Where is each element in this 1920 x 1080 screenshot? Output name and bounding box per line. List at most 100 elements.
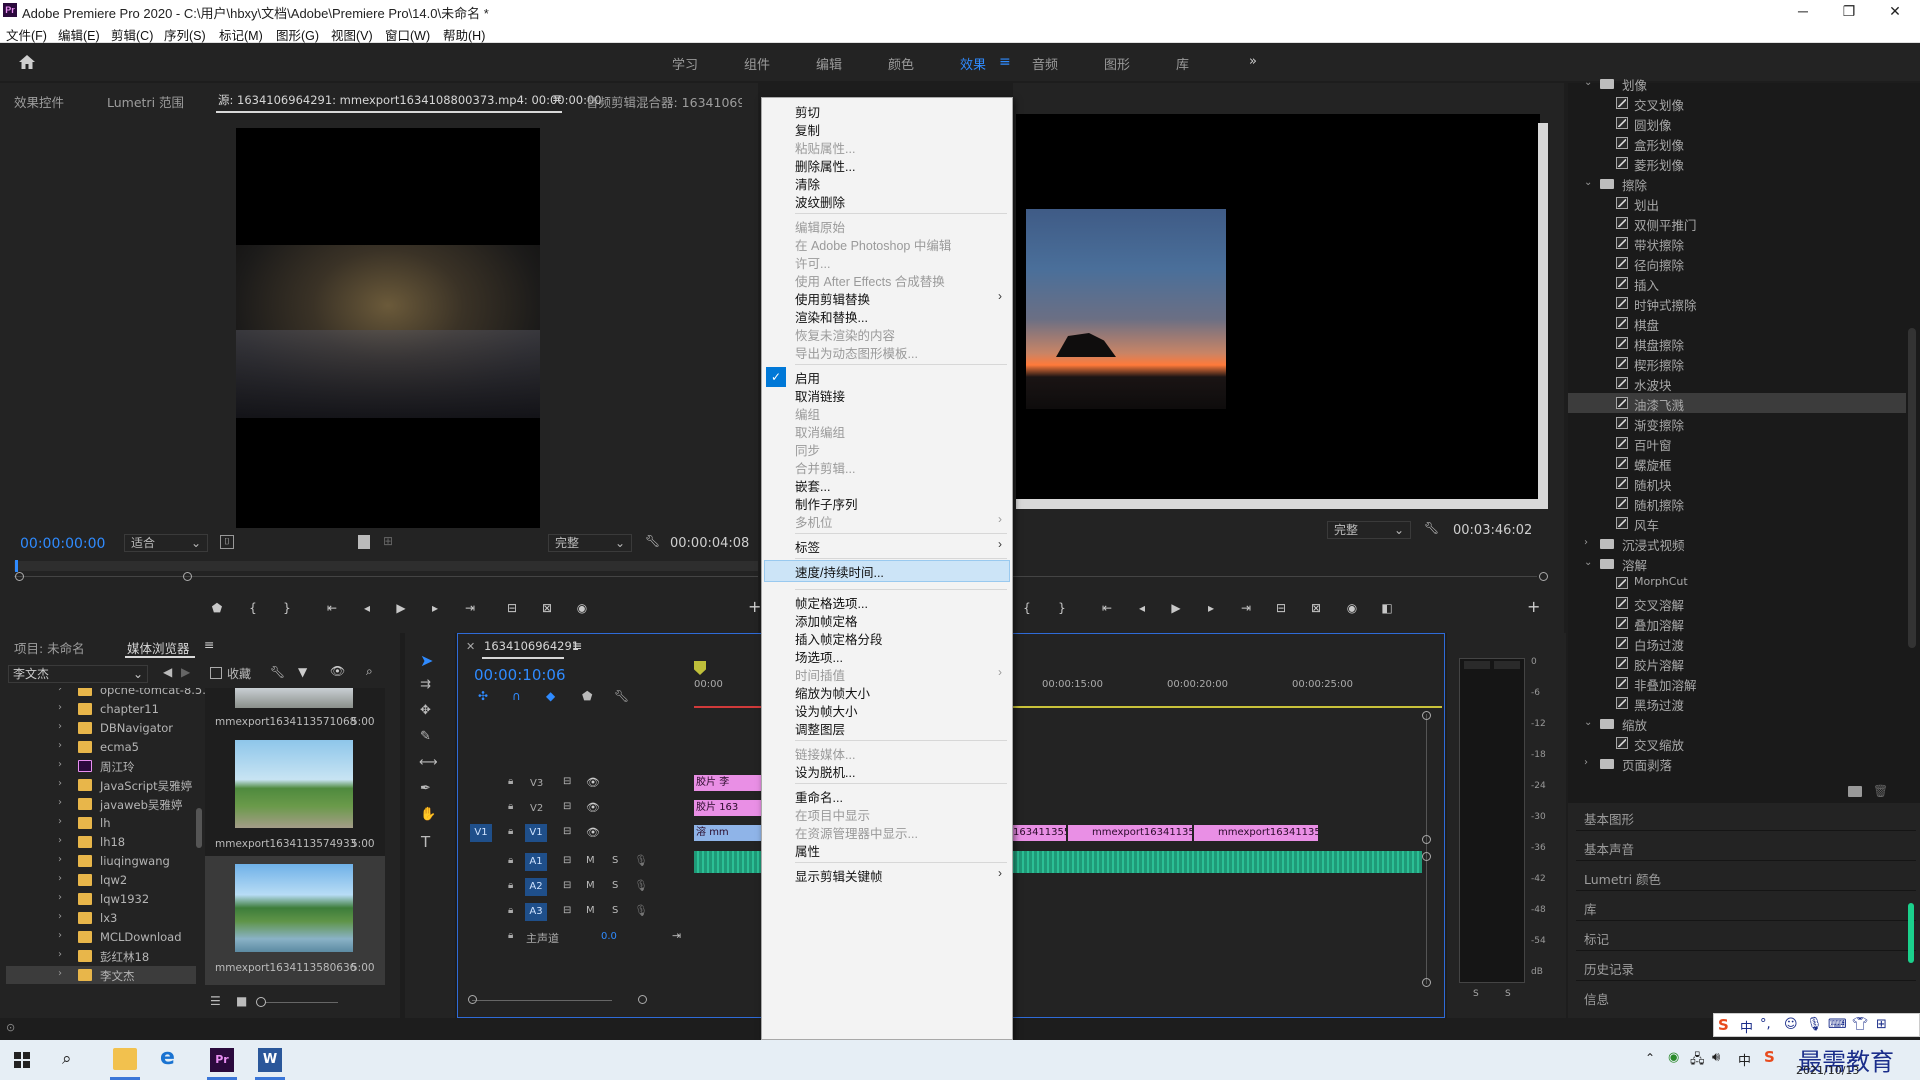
effect-item[interactable]: 棋盘 — [1634, 315, 1659, 334]
chevron-down-icon[interactable]: ⌄ — [1584, 77, 1592, 88]
safe-margin-icon[interactable] — [358, 535, 370, 549]
chevron-right-icon[interactable]: › — [58, 892, 62, 903]
back-icon[interactable]: ◀ — [163, 665, 172, 679]
menu-edit[interactable]: 编辑(E) — [58, 25, 100, 44]
minimize-button[interactable]: ─ — [1780, 0, 1826, 22]
volume-icon[interactable]: 🔊︎ — [1712, 1050, 1720, 1065]
chevron-right-icon[interactable]: › — [58, 797, 62, 808]
context-menu-item[interactable]: 制作子序列 — [795, 494, 858, 513]
punctuation-icon[interactable]: °, — [1760, 1017, 1771, 1032]
effect-item[interactable]: 风车 — [1634, 515, 1659, 534]
panel-scroll-indicator[interactable] — [1908, 903, 1914, 963]
folder-item[interactable]: lh18 — [100, 835, 125, 849]
home-icon[interactable] — [16, 52, 38, 72]
location-select[interactable]: 李文杰 ⌄ — [8, 665, 148, 683]
chevron-right-icon[interactable]: › — [58, 778, 62, 789]
track-label-a2[interactable]: A2 — [525, 878, 547, 896]
chevron-right-icon[interactable]: › — [1584, 757, 1588, 768]
skin-icon[interactable]: 👕︎ — [1852, 1017, 1869, 1032]
go-to-in-icon[interactable]: ⇤ — [323, 599, 341, 617]
step-forward-icon[interactable]: ▸ — [426, 599, 444, 617]
effect-item[interactable]: 交叉溶解 — [1634, 595, 1684, 614]
folder-item[interactable]: chapter11 — [100, 702, 159, 716]
context-menu-item[interactable]: 重命名... — [795, 787, 843, 806]
audio-zoom-handle[interactable] — [1422, 978, 1431, 987]
lock-icon[interactable]: 🔒︎ — [508, 880, 513, 891]
context-menu-item[interactable]: 显示剪辑关键帧 — [795, 866, 883, 885]
eye-icon[interactable]: 👁︎ — [586, 826, 600, 839]
effect-group-label[interactable]: 页面剥落 — [1622, 755, 1672, 774]
context-menu-item[interactable]: 嵌套... — [795, 476, 830, 495]
effect-item[interactable]: 楔形擦除 — [1634, 355, 1684, 374]
lock-icon[interactable]: 🔒︎ — [508, 905, 513, 916]
effect-item[interactable]: 划出 — [1634, 195, 1659, 214]
effect-item[interactable]: 双侧平推门 — [1634, 215, 1697, 234]
context-menu-item[interactable]: 标签 — [795, 537, 820, 556]
workspace-audio[interactable]: 音频 — [1032, 54, 1058, 73]
chevron-right-icon[interactable]: › — [58, 911, 62, 922]
zoom-handle-left[interactable] — [15, 572, 24, 581]
effect-group-label[interactable]: 沉浸式视频 — [1622, 535, 1685, 554]
context-menu-item[interactable]: 删除属性... — [795, 156, 855, 175]
track-label-a1[interactable]: A1 — [525, 853, 547, 871]
network-icon[interactable]: 🖧︎ — [1690, 1050, 1705, 1072]
menu-clip[interactable]: 剪辑(C) — [111, 25, 153, 44]
effect-item[interactable]: MorphCut — [1634, 575, 1688, 588]
effect-item[interactable]: 非叠加溶解 — [1634, 675, 1697, 694]
chevron-right-icon[interactable]: › — [58, 930, 62, 941]
lock-icon[interactable]: 🔒︎ — [508, 930, 513, 941]
razor-tool-icon[interactable]: ✎ — [420, 729, 431, 744]
effect-item[interactable]: 插入 — [1634, 275, 1659, 294]
context-menu-item[interactable]: 属性 — [795, 841, 820, 860]
zoom-select[interactable]: 适合 ⌄ — [124, 534, 208, 552]
effect-group-label[interactable]: 擦除 — [1622, 175, 1647, 194]
wrench-icon[interactable]: 🔧︎ — [270, 665, 285, 679]
effect-item[interactable]: 随机块 — [1634, 475, 1672, 494]
mute-button[interactable]: M — [586, 905, 595, 916]
tray-app-icon[interactable]: ◉ — [1668, 1050, 1679, 1065]
context-menu-item[interactable]: 波纹删除 — [795, 192, 845, 211]
effect-item[interactable]: 时钟式擦除 — [1634, 295, 1697, 314]
context-menu-item[interactable]: 设为帧大小 — [795, 701, 858, 720]
go-to-in-icon[interactable]: ⇤ — [1098, 599, 1116, 617]
panel-lumetri-color[interactable]: Lumetri 颜色 — [1576, 863, 1916, 891]
menu-view[interactable]: 视图(V) — [331, 25, 373, 44]
close-button[interactable]: ✕ — [1872, 0, 1918, 22]
export-frame-icon[interactable]: ◉ — [573, 599, 591, 617]
chevron-right-icon[interactable]: › — [58, 759, 62, 770]
chevron-right-icon[interactable]: › — [58, 873, 62, 884]
chevron-right-icon[interactable]: › — [58, 968, 62, 979]
master-volume-value[interactable]: 0.0 — [601, 931, 617, 942]
go-to-out-icon[interactable]: ⇥ — [461, 599, 479, 617]
context-menu-item[interactable]: 帧定格选项... — [795, 593, 868, 612]
workspace-menu-icon[interactable]: ≡ — [999, 54, 1011, 70]
lift-icon[interactable]: ⊟ — [1272, 599, 1290, 617]
mark-in-icon[interactable]: { — [1018, 599, 1036, 617]
eye-icon[interactable]: 👁︎ — [586, 801, 600, 814]
vertical-zoom-track[interactable] — [1426, 714, 1427, 984]
mute-button[interactable]: M — [586, 855, 595, 866]
voiceover-icon[interactable]: 🎙︎ — [634, 904, 648, 917]
overwrite-clip-icon[interactable]: ⊠ — [538, 599, 556, 617]
source-patch-v1[interactable]: V1 — [470, 824, 492, 842]
add-button-icon[interactable]: + — [1527, 597, 1540, 616]
effects-scrollbar[interactable] — [1908, 328, 1916, 648]
effect-item[interactable]: 水波块 — [1634, 375, 1672, 394]
step-back-icon[interactable]: ◂ — [358, 599, 376, 617]
voice-icon[interactable]: 🎙︎ — [1806, 1017, 1823, 1032]
timeline-tab-menu-icon[interactable]: ≡ — [572, 638, 582, 653]
sync-lock-icon[interactable]: ⊟ — [563, 801, 571, 812]
settings-toggle-icon[interactable]: ⌷ — [220, 535, 234, 549]
tab-source[interactable]: 源: 1634106964291: mmexport1634108800373.… — [218, 92, 602, 108]
effect-item[interactable]: 白场过渡 — [1634, 635, 1684, 654]
search-icon[interactable]: ⌕ — [62, 1049, 72, 1069]
program-zoom-handle[interactable] — [1539, 572, 1548, 581]
chevron-right-icon[interactable]: › — [58, 702, 62, 713]
play-icon[interactable]: ▶ — [392, 599, 410, 617]
extract-icon[interactable]: ⊠ — [1307, 599, 1325, 617]
keyboard-icon[interactable]: ⌨ — [1828, 1017, 1847, 1032]
context-menu-item[interactable]: 启用 — [795, 368, 820, 387]
track-label-a3[interactable]: A3 — [525, 903, 547, 921]
panel-essential-sound[interactable]: 基本声音 — [1576, 833, 1916, 861]
context-menu-item[interactable]: 添加帧定格 — [795, 611, 858, 630]
